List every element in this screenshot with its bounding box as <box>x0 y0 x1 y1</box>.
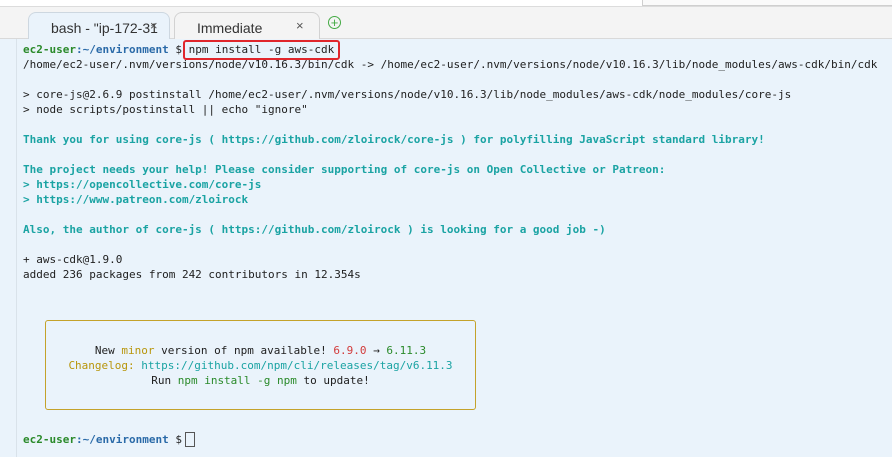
prompt-user: ec2-user <box>23 43 76 56</box>
tab-immediate-label: Immediate <box>197 20 263 36</box>
notice-run-command: npm install -g npm <box>177 374 297 387</box>
prompt-symbol: $ <box>175 433 182 446</box>
tab-bar: bash - "ip-172-31 × Immediate × + <box>0 0 892 39</box>
output-symlink: /home/ec2-user/.nvm/versions/node/v10.16… <box>23 58 878 71</box>
close-icon[interactable]: × <box>296 18 304 33</box>
arrow-icon: → <box>366 344 387 357</box>
output-help: The project needs your help! Please cons… <box>23 163 666 176</box>
notice-new-version: 6.11.3 <box>386 344 427 357</box>
prompt-symbol: $ <box>175 43 182 56</box>
output-postinstall-2: > node scripts/postinstall || echo "igno… <box>23 103 308 116</box>
notice-text: New <box>94 344 122 357</box>
notice-minor: minor <box>121 344 155 357</box>
terminal-cursor[interactable] <box>185 432 195 447</box>
terminal-gutter <box>16 39 17 457</box>
tab-immediate[interactable]: Immediate × <box>174 12 320 39</box>
output-author: Also, the author of core-js ( https://gi… <box>23 223 606 236</box>
prompt-user: ec2-user <box>23 433 76 446</box>
notice-run-line: Run npm install -g npm to update! <box>46 374 475 388</box>
top-strip-panel <box>642 0 892 6</box>
output-added: added 236 packages from 242 contributors… <box>23 268 361 281</box>
changelog-url[interactable]: https://github.com/npm/cli/releases/tag/… <box>135 359 452 372</box>
notice-old-version: 6.9.0 <box>333 344 367 357</box>
close-icon[interactable]: × <box>150 18 158 33</box>
tab-bash[interactable]: bash - "ip-172-31 × <box>28 12 170 39</box>
notice-text: version of npm available! <box>154 344 334 357</box>
notice-text: Run <box>151 374 178 387</box>
notice-version-line: New minor version of npm available! 6.9.… <box>46 344 475 358</box>
output-link-opencollective: > https://opencollective.com/core-js <box>23 178 262 191</box>
output-installed: + aws-cdk@1.9.0 <box>23 253 123 266</box>
prompt-path: :~/environment <box>75 43 169 56</box>
notice-text: to update! <box>296 374 370 387</box>
prompt-path: :~/environment <box>75 433 169 446</box>
output-thanks: Thank you for using core-js ( https://gi… <box>23 133 765 146</box>
output-postinstall-1: > core-js@2.6.9 postinstall /home/ec2-us… <box>23 88 792 101</box>
notice-changelog-line: Changelog: https://github.com/npm/cli/re… <box>46 359 475 373</box>
npm-update-notice: New minor version of npm available! 6.9.… <box>45 320 476 410</box>
output-link-patreon: > https://www.patreon.com/zloirock <box>23 193 249 206</box>
add-tab-icon[interactable]: + <box>328 16 341 29</box>
prompt-line-final: ec2-user:~/environment $ <box>23 433 182 447</box>
command-highlight <box>183 40 340 60</box>
tab-bash-label: bash - "ip-172-31 <box>51 20 158 36</box>
changelog-label: Changelog: <box>68 359 135 372</box>
